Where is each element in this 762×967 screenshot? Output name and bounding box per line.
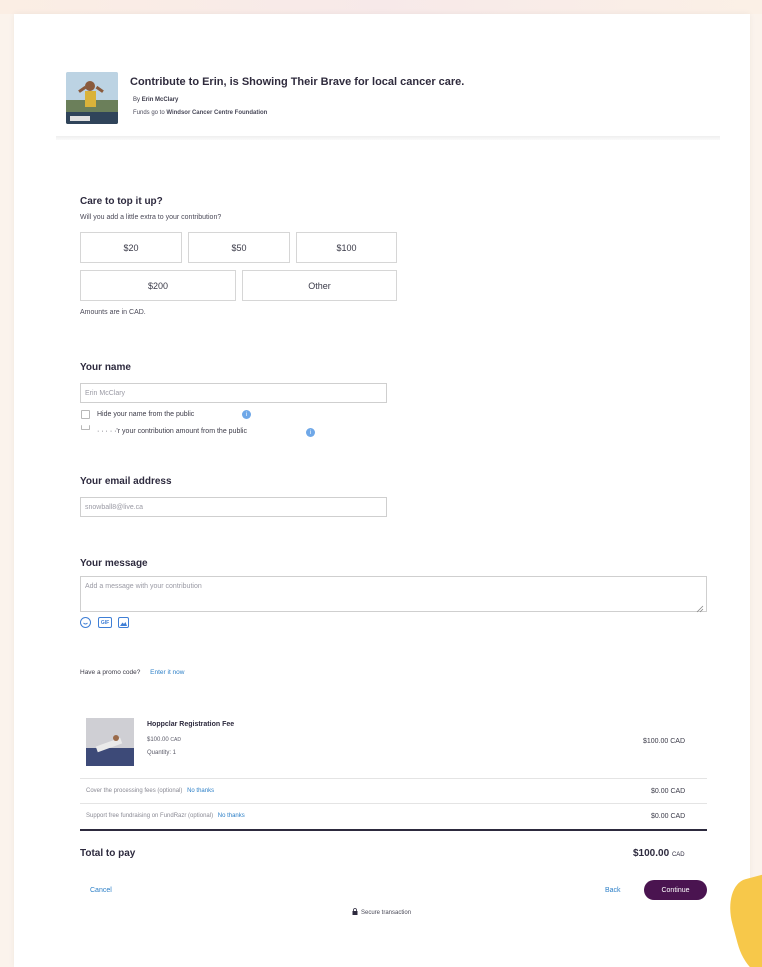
campaign-beneficiary: Funds go to Windsor Cancer Centre Founda… [133,110,267,116]
by-prefix: By [133,97,141,103]
total-amount: $100.00 CAD [633,848,685,859]
amount-button-other[interactable]: Other [242,270,397,301]
total-amount-value: $100.00 [633,848,670,859]
hide-name-checkbox[interactable] [81,410,90,419]
amount-button-200[interactable]: $200 [80,270,236,301]
organizer-name: Erin McClary [141,97,179,103]
currency-note: Amounts are in CAD. [80,309,146,316]
secure-label: Secure transaction [361,909,412,916]
contribution-card [14,14,750,967]
email-input[interactable]: snowball8@live.ca [80,497,387,517]
promo-question: Have a promo code? [80,669,141,676]
back-link[interactable]: Back [605,887,621,894]
textarea-resize-handle[interactable] [695,600,704,613]
message-textarea[interactable]: Add a message with your contribution [80,576,707,612]
name-input[interactable]: Erin McClary [80,383,387,403]
topup-subtitle: Will you add a little extra to your cont… [80,214,222,221]
page-background-top [0,0,762,14]
amount-button-100[interactable]: $100 [296,232,397,263]
item-unit-price-currency: CAD [170,737,181,743]
amount-button-50[interactable]: $50 [188,232,290,263]
image-icon[interactable] [118,617,129,628]
beneficiary-name: Windsor Cancer Centre Foundation [166,110,268,116]
item-unit-price-value: $100.00 [147,737,169,743]
secure-transaction: Secure transaction [352,908,411,917]
total-label: Total to pay [80,848,136,859]
campaign-thumbnail [66,72,118,124]
hide-amount-info-icon[interactable]: i [306,428,315,437]
fee-label: Support free fundraising on FundRazr (op… [86,813,214,819]
total-divider [80,829,707,831]
funds-prefix: Funds go to [133,110,165,116]
topup-title: Care to top it up? [80,196,163,207]
cancel-link[interactable]: Cancel [90,887,112,894]
promo-link[interactable]: Enter it now [150,669,184,676]
item-thumbnail [86,718,134,766]
fee-amount: $0.00 CAD [651,813,686,820]
total-currency: CAD [671,852,685,858]
item-name: Hoppclar Registration Fee [147,721,235,728]
divider [80,778,707,779]
fee-row-support: Support free fundraising on FundRazr (op… [86,813,245,819]
email-section-title: Your email address [80,476,172,487]
gif-icon[interactable]: GIF [98,617,112,628]
promo-row: Have a promo code? Enter it now [80,669,184,676]
item-total: $100.00 CAD [643,738,686,745]
fee-row-processing: Cover the processing fees (optional) No … [86,788,214,794]
lock-icon [352,908,358,917]
hide-amount-checkbox[interactable] [81,425,90,430]
item-quantity: Quantity: 1 [147,750,177,756]
header-divider [56,136,720,140]
campaign-title: Contribute to Erin, is Showing Their Bra… [130,76,465,88]
name-section-title: Your name [80,362,131,373]
hide-amount-label: · · · · ·'r your contribution amount fro… [97,428,247,435]
fee-amount: $0.00 CAD [651,788,686,795]
emoji-icon[interactable] [80,617,91,628]
hide-name-info-icon[interactable]: i [242,410,251,419]
fee-no-thanks-link[interactable]: No thanks [187,788,214,794]
divider [80,803,707,804]
hide-name-label: Hide your name from the public [97,411,195,418]
campaign-organizer: By Erin McClary [133,97,178,103]
message-section-title: Your message [80,558,148,569]
item-unit-price: $100.00 CAD [147,737,181,743]
fee-no-thanks-link[interactable]: No thanks [218,813,245,819]
amount-button-20[interactable]: $20 [80,232,182,263]
continue-button[interactable]: Continue [644,880,707,900]
fee-label: Cover the processing fees (optional) [86,788,183,794]
